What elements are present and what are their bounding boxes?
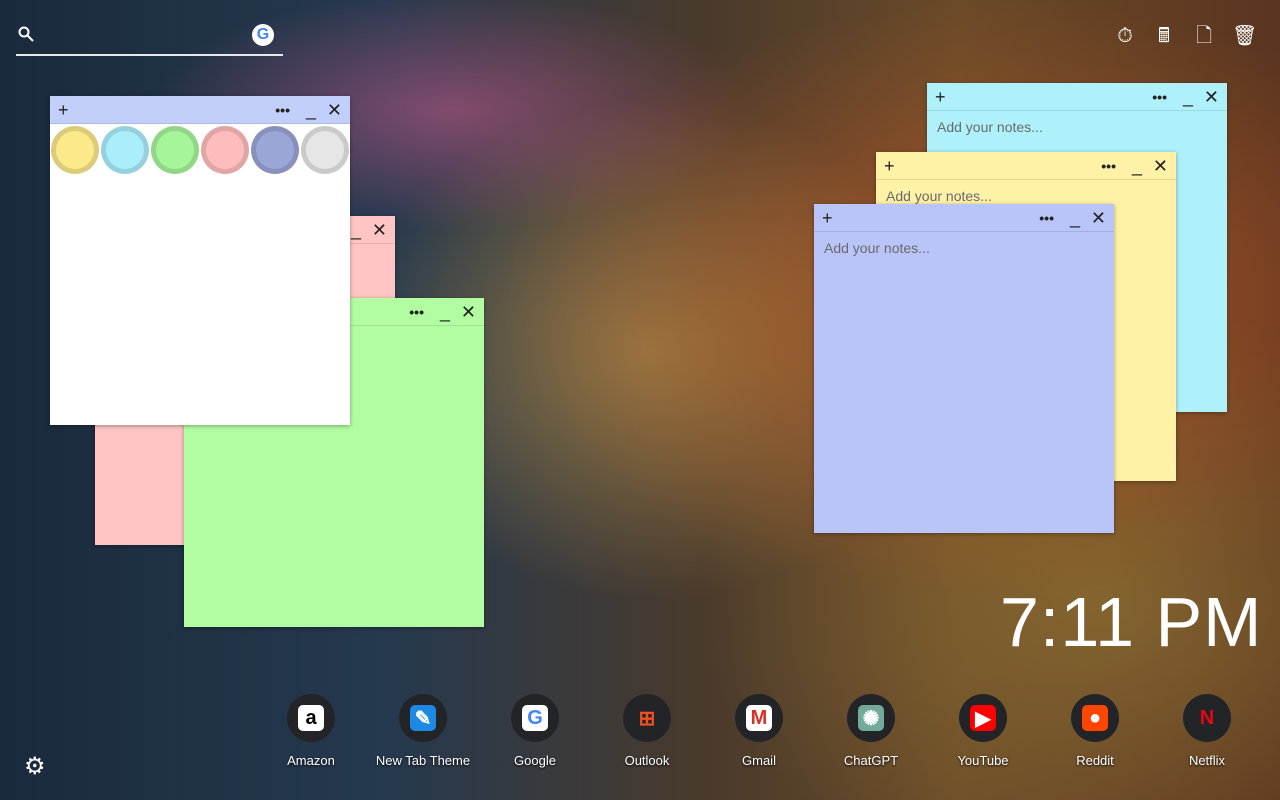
shortcut-label: YouTube: [957, 753, 1009, 768]
shortcut-amazon[interactable]: a Amazon: [255, 694, 367, 768]
clock: 7:11 PM: [1000, 583, 1263, 661]
settings-gear-icon[interactable]: ⚙: [24, 752, 46, 781]
minimize-button[interactable]: _: [440, 301, 450, 323]
gmail-icon: M: [735, 694, 783, 742]
shortcut-new-tab-theme[interactable]: ✎ New Tab Theme: [367, 694, 479, 768]
note-header[interactable]: + ••• _ ✕: [814, 204, 1114, 232]
minimize-button[interactable]: _: [1183, 86, 1193, 108]
more-options-button[interactable]: •••: [1152, 86, 1167, 108]
shortcut-youtube[interactable]: ▶ YouTube: [927, 694, 1039, 768]
amazon-icon: a: [287, 694, 335, 742]
add-note-button[interactable]: +: [935, 86, 946, 108]
color-swatch[interactable]: [201, 126, 249, 174]
search-icon: [18, 26, 34, 42]
new-note-icon[interactable]: 🗋: [1192, 24, 1216, 48]
shortcut-google[interactable]: G Google: [479, 694, 591, 768]
color-picker: [50, 124, 350, 176]
chatgpt-icon: ✺: [847, 694, 895, 742]
shortcut-gmail[interactable]: M Gmail: [703, 694, 815, 768]
minimize-button[interactable]: _: [1070, 207, 1080, 229]
google-icon[interactable]: G: [252, 24, 274, 46]
shortcut-label: Reddit: [1076, 753, 1114, 768]
youtube-icon: ▶: [959, 694, 1007, 742]
sticky-note-color-picker[interactable]: + ••• _ ✕: [50, 96, 350, 425]
sticky-note-blue[interactable]: + ••• _ ✕ Add your notes...: [814, 204, 1114, 533]
close-button[interactable]: ✕: [1204, 86, 1219, 108]
note-header[interactable]: + ••• _ ✕: [927, 83, 1227, 111]
shortcut-outlook[interactable]: ⊞ Outlook: [591, 694, 703, 768]
more-options-button[interactable]: •••: [409, 301, 424, 323]
new-tab-theme-icon: ✎: [399, 694, 447, 742]
minimize-button[interactable]: _: [351, 219, 361, 241]
shortcut-label: ChatGPT: [843, 753, 899, 768]
note-textarea[interactable]: Add your notes...: [814, 232, 1114, 264]
note-header[interactable]: + ••• _ ✕: [876, 152, 1176, 180]
netflix-icon: N: [1183, 694, 1231, 742]
reddit-icon: ●: [1071, 694, 1119, 742]
shortcut-reddit[interactable]: ● Reddit: [1039, 694, 1151, 768]
minimize-button[interactable]: _: [1132, 155, 1142, 177]
add-note-button[interactable]: +: [822, 207, 833, 229]
color-swatch[interactable]: [151, 126, 199, 174]
shortcut-chatgpt[interactable]: ✺ ChatGPT: [815, 694, 927, 768]
calculator-icon[interactable]: 🖩: [1152, 24, 1176, 48]
shortcut-label: Outlook: [624, 753, 670, 768]
more-options-button[interactable]: •••: [1039, 207, 1054, 229]
minimize-button[interactable]: _: [306, 99, 316, 121]
shortcut-label: Gmail: [742, 753, 776, 768]
color-swatch[interactable]: [101, 126, 149, 174]
note-textarea[interactable]: Add your notes...: [927, 111, 1227, 143]
close-button[interactable]: ✕: [461, 301, 476, 323]
shortcut-netflix[interactable]: N Netflix: [1151, 694, 1263, 768]
close-button[interactable]: ✕: [327, 99, 342, 121]
close-button[interactable]: ✕: [1091, 207, 1106, 229]
color-swatch[interactable]: [51, 126, 99, 174]
note-header[interactable]: + ••• _ ✕: [50, 96, 350, 124]
color-swatch[interactable]: [251, 126, 299, 174]
shortcut-label: Google: [514, 753, 556, 768]
trash-icon[interactable]: 🗑: [1232, 24, 1257, 48]
more-options-button[interactable]: •••: [1101, 155, 1116, 177]
search-bar[interactable]: G: [16, 22, 283, 56]
close-button[interactable]: ✕: [1153, 155, 1168, 177]
timer-icon[interactable]: ⏱: [1113, 24, 1137, 48]
close-button[interactable]: ✕: [372, 219, 387, 241]
google-icon: G: [511, 694, 559, 742]
shortcut-label: Amazon: [287, 753, 335, 768]
shortcut-label: Netflix: [1188, 753, 1226, 768]
add-note-button[interactable]: +: [884, 155, 895, 177]
more-options-button[interactable]: •••: [275, 99, 290, 121]
outlook-icon: ⊞: [623, 694, 671, 742]
color-swatch[interactable]: [301, 126, 349, 174]
shortcut-label: New Tab Theme: [375, 753, 471, 768]
add-note-button[interactable]: +: [58, 99, 69, 121]
